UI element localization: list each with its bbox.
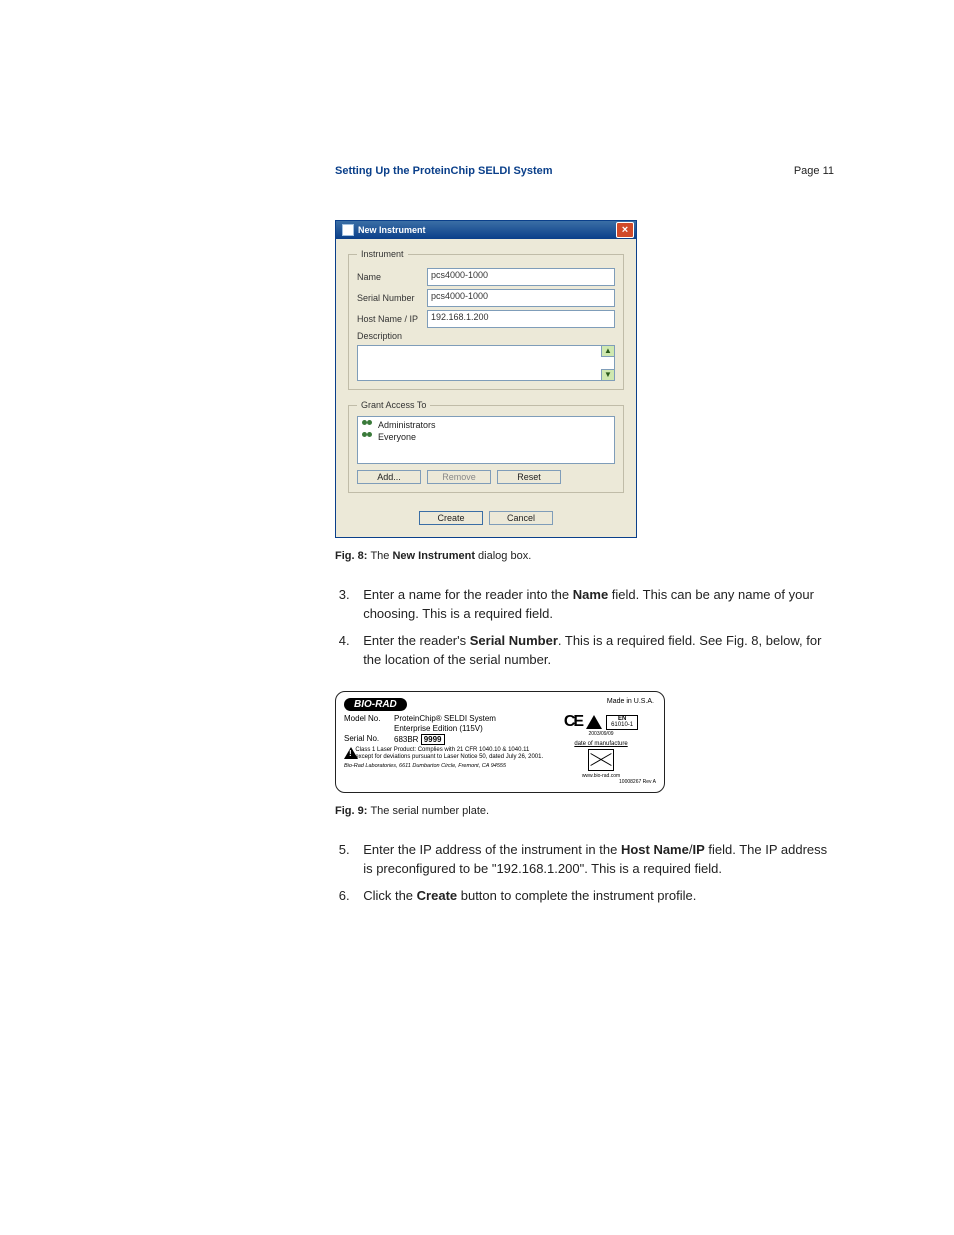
add-button[interactable]: Add... <box>357 470 421 484</box>
scroll-up-icon[interactable]: ▲ <box>601 345 615 357</box>
steps-list-bottom: Enter the IP address of the instrument i… <box>335 841 834 906</box>
serial-input[interactable]: pcs4000-1000 <box>427 289 615 307</box>
scroll-down-icon[interactable]: ▼ <box>601 369 615 381</box>
app-icon <box>342 224 354 236</box>
grant-access-legend: Grant Access To <box>357 400 430 410</box>
made-in-label: Made in U.S.A. <box>607 698 654 705</box>
group-icon <box>362 432 374 442</box>
rev-text: 10008267 Rev A <box>546 779 656 785</box>
en-cert-box: EN61010-1 <box>606 715 638 730</box>
warning-icon <box>344 747 351 759</box>
grant-access-fieldset: Grant Access To Administrators Everyone … <box>348 400 624 493</box>
serial-prefix: 683BR <box>394 735 418 744</box>
step-4: Enter the reader's Serial Number. This i… <box>353 632 834 670</box>
instrument-legend: Instrument <box>357 249 408 259</box>
name-input[interactable]: pcs4000-1000 <box>427 268 615 286</box>
cancel-button[interactable]: Cancel <box>489 511 553 525</box>
model-no-value-1: ProteinChip® SELDI System <box>394 714 496 723</box>
step-6: Click the Create button to complete the … <box>353 887 834 906</box>
page-number: Page 11 <box>794 165 834 177</box>
running-header-title: Setting Up the ProteinChip SELDI System <box>335 165 553 177</box>
host-label: Host Name / IP <box>357 314 427 324</box>
steps-list-top: Enter a name for the reader into the Nam… <box>335 586 834 669</box>
serial-label: Serial Number <box>357 293 427 303</box>
list-item[interactable]: Administrators <box>360 419 612 431</box>
access-item-label: Administrators <box>378 420 436 430</box>
description-textarea[interactable]: ▲ ▼ <box>357 345 615 381</box>
name-label: Name <box>357 272 427 282</box>
manufacture-symbol-icon <box>588 749 614 771</box>
date-code: 2003/09/09 <box>546 731 656 737</box>
ce-mark-icon: CE <box>564 713 582 731</box>
group-icon <box>362 420 374 430</box>
dialog-title: New Instrument <box>358 225 426 235</box>
serial-no-label: Serial No. <box>344 734 394 745</box>
reset-button[interactable]: Reset <box>497 470 561 484</box>
host-input[interactable]: 192.168.1.200 <box>427 310 615 328</box>
description-label: Description <box>357 331 427 341</box>
compliance-text: Class 1 Laser Product: Complies with 21 … <box>355 747 546 760</box>
caution-icon <box>586 715 602 729</box>
create-button[interactable]: Create <box>419 511 483 525</box>
new-instrument-dialog: New Instrument × Instrument Name pcs4000… <box>335 220 637 538</box>
date-of-manufacture-label: date of manufacture <box>546 741 656 747</box>
access-listbox[interactable]: Administrators Everyone <box>357 416 615 464</box>
list-item[interactable]: Everyone <box>360 431 612 443</box>
access-item-label: Everyone <box>378 432 416 442</box>
serial-boxed-value: 9999 <box>421 734 445 745</box>
step-3: Enter a name for the reader into the Nam… <box>353 586 834 624</box>
remove-button[interactable]: Remove <box>427 470 491 484</box>
figure-8-caption: Fig. 8: The New Instrument dialog box. <box>335 550 834 562</box>
instrument-fieldset: Instrument Name pcs4000-1000 Serial Numb… <box>348 249 624 390</box>
step-5: Enter the IP address of the instrument i… <box>353 841 834 879</box>
model-no-label: Model No. <box>344 714 394 723</box>
model-no-value-2: Enterprise Edition (115V) <box>394 724 483 733</box>
biorad-logo: BIO-RAD <box>344 698 407 711</box>
dialog-titlebar: New Instrument × <box>336 221 636 239</box>
serial-number-plate: BIO-RAD Made in U.S.A. Model No. Protein… <box>335 691 665 793</box>
figure-9-caption: Fig. 9: The serial number plate. <box>335 805 834 817</box>
address-text: Bio-Rad Laboratories, 6611 Dumbarton Cir… <box>344 763 546 769</box>
close-icon[interactable]: × <box>616 222 634 238</box>
